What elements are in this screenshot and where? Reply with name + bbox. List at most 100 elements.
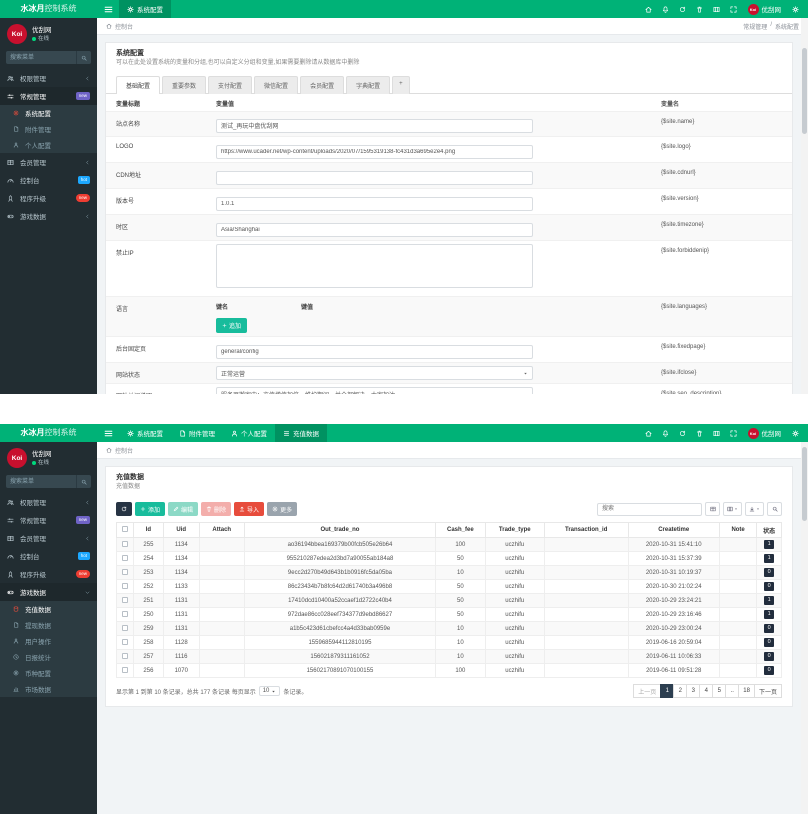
append-language-button[interactable]: 追加: [216, 318, 248, 333]
topnav-tab-系统配置[interactable]: 系统配置: [119, 424, 171, 442]
row-checkbox[interactable]: [121, 652, 128, 659]
view-columns-button[interactable]: [723, 502, 742, 516]
column-header-Id[interactable]: Id: [132, 522, 164, 538]
scrollbar-thumb[interactable]: [802, 48, 807, 134]
breadcrumb-parent[interactable]: 常规管理: [743, 22, 767, 31]
settings-button[interactable]: [787, 429, 804, 437]
row-checkbox[interactable]: [121, 638, 128, 645]
status-badge[interactable]: 1: [764, 610, 775, 619]
sidebar-item-个人配置[interactable]: 个人配置: [0, 137, 97, 153]
sidebar-item-游戏数据[interactable]: 游戏数据: [0, 583, 97, 601]
column-header-状态[interactable]: 状态: [756, 522, 782, 538]
status-badge[interactable]: 1: [764, 540, 775, 549]
field-时区[interactable]: [216, 223, 533, 237]
user-menu[interactable]: Koi 优刮网: [742, 3, 788, 15]
config-tab-add[interactable]: +: [392, 76, 410, 94]
sidebar-item-控制台[interactable]: 控制台 hot: [0, 547, 97, 565]
status-badge[interactable]: 0: [764, 624, 775, 633]
sidebar-item-会员管理[interactable]: 会员管理: [0, 529, 97, 547]
row-checkbox[interactable]: [121, 610, 128, 617]
trash-button[interactable]: [691, 430, 708, 437]
sidebar-item-程序升级[interactable]: 程序升级 new: [0, 565, 97, 583]
page-..[interactable]: ..: [725, 684, 740, 698]
sidebar-search-button[interactable]: [76, 51, 91, 64]
config-tab-微信配置[interactable]: 微信配置: [254, 76, 299, 94]
sidebar-item-用户操作[interactable]: 用户操作: [0, 633, 97, 649]
column-header-Uid[interactable]: Uid: [162, 522, 200, 538]
page-5[interactable]: 5: [712, 684, 727, 698]
config-tab-字典配置[interactable]: 字典配置: [346, 76, 391, 94]
upload-button[interactable]: 导入: [234, 502, 265, 516]
sidebar-item-充值数据[interactable]: 充值数据: [0, 601, 97, 617]
view-table-button[interactable]: [705, 502, 720, 516]
sidebar-search-button[interactable]: [76, 475, 91, 488]
sidebar-toggle[interactable]: [97, 424, 119, 442]
view-download-button[interactable]: [745, 502, 764, 516]
column-header-Note[interactable]: Note: [718, 522, 758, 538]
trash-button[interactable]: [691, 6, 708, 13]
page-2[interactable]: 2: [673, 684, 688, 698]
field-版本号[interactable]: [216, 197, 533, 211]
sidebar-item-币种配置[interactable]: 币种配置: [0, 665, 97, 681]
field-网站关闭说明[interactable]: 服务器搬家中：充值增值加倍，维护期间一并全部解决，大家加油: [216, 387, 533, 394]
status-badge[interactable]: 0: [764, 568, 775, 577]
table-search-input[interactable]: [597, 502, 702, 516]
breadcrumb-item[interactable]: 控制台: [115, 446, 133, 455]
sidebar-search-input[interactable]: [6, 475, 76, 488]
bell-button[interactable]: [657, 430, 674, 437]
sidebar-item-常规管理[interactable]: 常规管理 new: [0, 87, 97, 105]
gear-button[interactable]: 更多: [267, 502, 298, 516]
sidebar-item-市场数据[interactable]: 市场数据: [0, 681, 97, 697]
page-上一页[interactable]: 上一页: [633, 684, 662, 698]
page-18[interactable]: 18: [738, 684, 755, 698]
settings-button[interactable]: [787, 5, 804, 13]
topnav-tab-充值数据[interactable]: 充值数据: [275, 424, 327, 442]
status-badge[interactable]: 0: [764, 638, 775, 647]
column-header-Transaction_id[interactable]: Transaction_id: [543, 522, 629, 538]
refresh-button[interactable]: [674, 6, 691, 13]
sidebar-toggle[interactable]: [97, 0, 119, 18]
sidebar-item-系统配置[interactable]: 系统配置: [0, 105, 97, 121]
sidebar-item-会员管理[interactable]: 会员管理: [0, 153, 97, 171]
row-checkbox[interactable]: [121, 554, 128, 561]
sidebar-item-控制台[interactable]: 控制台 hot: [0, 171, 97, 189]
sidebar-item-游戏数据[interactable]: 游戏数据: [0, 207, 97, 225]
sidebar-search-input[interactable]: [6, 51, 76, 64]
refresh-button[interactable]: [116, 502, 132, 516]
status-badge[interactable]: 1: [764, 554, 775, 563]
sidebar-item-提现数据[interactable]: 提现数据: [0, 617, 97, 633]
sidebar-item-权限管理[interactable]: 权限管理: [0, 493, 97, 511]
refresh-button[interactable]: [674, 430, 691, 437]
topnav-tab-系统配置[interactable]: 系统配置: [119, 0, 171, 18]
field-LOGO[interactable]: [216, 145, 533, 159]
app-logo[interactable]: 水冰月控制系统: [0, 424, 97, 442]
page-4[interactable]: 4: [699, 684, 714, 698]
config-tab-重要参数[interactable]: 重要参数: [162, 76, 207, 94]
status-badge[interactable]: 1: [764, 596, 775, 605]
user-menu[interactable]: Koi 优刮网: [742, 427, 788, 439]
scrollbar-thumb[interactable]: [802, 447, 807, 521]
bell-button[interactable]: [657, 6, 674, 13]
topnav-tab-附件管理[interactable]: 附件管理: [171, 424, 223, 442]
column-header-Attach[interactable]: Attach: [198, 522, 245, 538]
page-scrollbar[interactable]: [801, 442, 808, 814]
view-search-button[interactable]: [767, 502, 782, 516]
column-header-Out_trade_no[interactable]: Out_trade_no: [243, 522, 437, 538]
field-禁止IP[interactable]: [216, 244, 533, 288]
page-3[interactable]: 3: [686, 684, 701, 698]
expand-button[interactable]: [725, 430, 742, 437]
column-header-Trade_type[interactable]: Trade_type: [484, 522, 545, 538]
columns-button[interactable]: [708, 6, 725, 13]
app-logo[interactable]: 水冰月控制系统: [0, 0, 97, 18]
plus-button[interactable]: 添加: [135, 502, 166, 516]
status-badge[interactable]: 0: [764, 666, 775, 675]
config-tab-基础配置[interactable]: 基础配置: [116, 76, 161, 94]
row-checkbox[interactable]: [121, 596, 128, 603]
pencil-button[interactable]: 编辑: [168, 502, 199, 516]
row-checkbox[interactable]: [121, 582, 128, 589]
sidebar-item-权限管理[interactable]: 权限管理: [0, 69, 97, 87]
sidebar-item-程序升级[interactable]: 程序升级 new: [0, 189, 97, 207]
config-tab-支付配置[interactable]: 支付配置: [208, 76, 253, 94]
sidebar-item-日报统计[interactable]: 日报统计: [0, 649, 97, 665]
columns-button[interactable]: [708, 430, 725, 437]
